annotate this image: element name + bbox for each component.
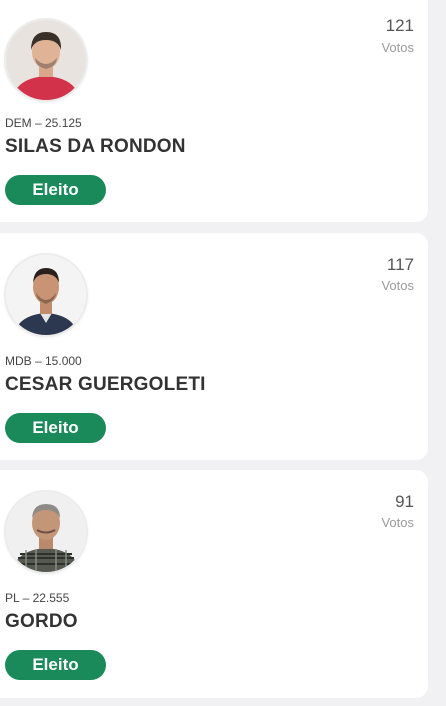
party-number: DEM – 25.125 [5, 116, 82, 130]
status-badge: Eleito [5, 413, 106, 443]
votes-count: 91 [395, 492, 414, 511]
candidate-name: GORDO [5, 611, 78, 632]
candidate-avatar [6, 492, 86, 572]
candidate-card[interactable]: 91 Votos PL – 22.555 GORDO Eleito [0, 470, 428, 698]
candidate-avatar [6, 255, 86, 335]
candidate-card[interactable]: 121 Votos DEM – 25.125 SILAS DA RONDON E… [0, 0, 428, 222]
votes-label: Votos [381, 278, 414, 293]
party-number: MDB – 15.000 [5, 354, 82, 368]
status-badge: Eleito [5, 175, 106, 205]
candidate-name: CESAR GUERGOLETI [5, 374, 206, 395]
candidate-name: SILAS DA RONDON [5, 136, 186, 157]
votes-count: 121 [385, 16, 414, 35]
votes-count: 117 [386, 255, 414, 274]
candidate-card[interactable]: 117 Votos MDB – 15.000 CESAR GUERGOLETI … [0, 233, 428, 460]
candidate-avatar [6, 20, 86, 100]
votes-label: Votos [381, 515, 414, 530]
party-number: PL – 22.555 [5, 591, 70, 605]
status-badge: Eleito [5, 650, 106, 680]
votes-label: Votos [381, 40, 414, 55]
